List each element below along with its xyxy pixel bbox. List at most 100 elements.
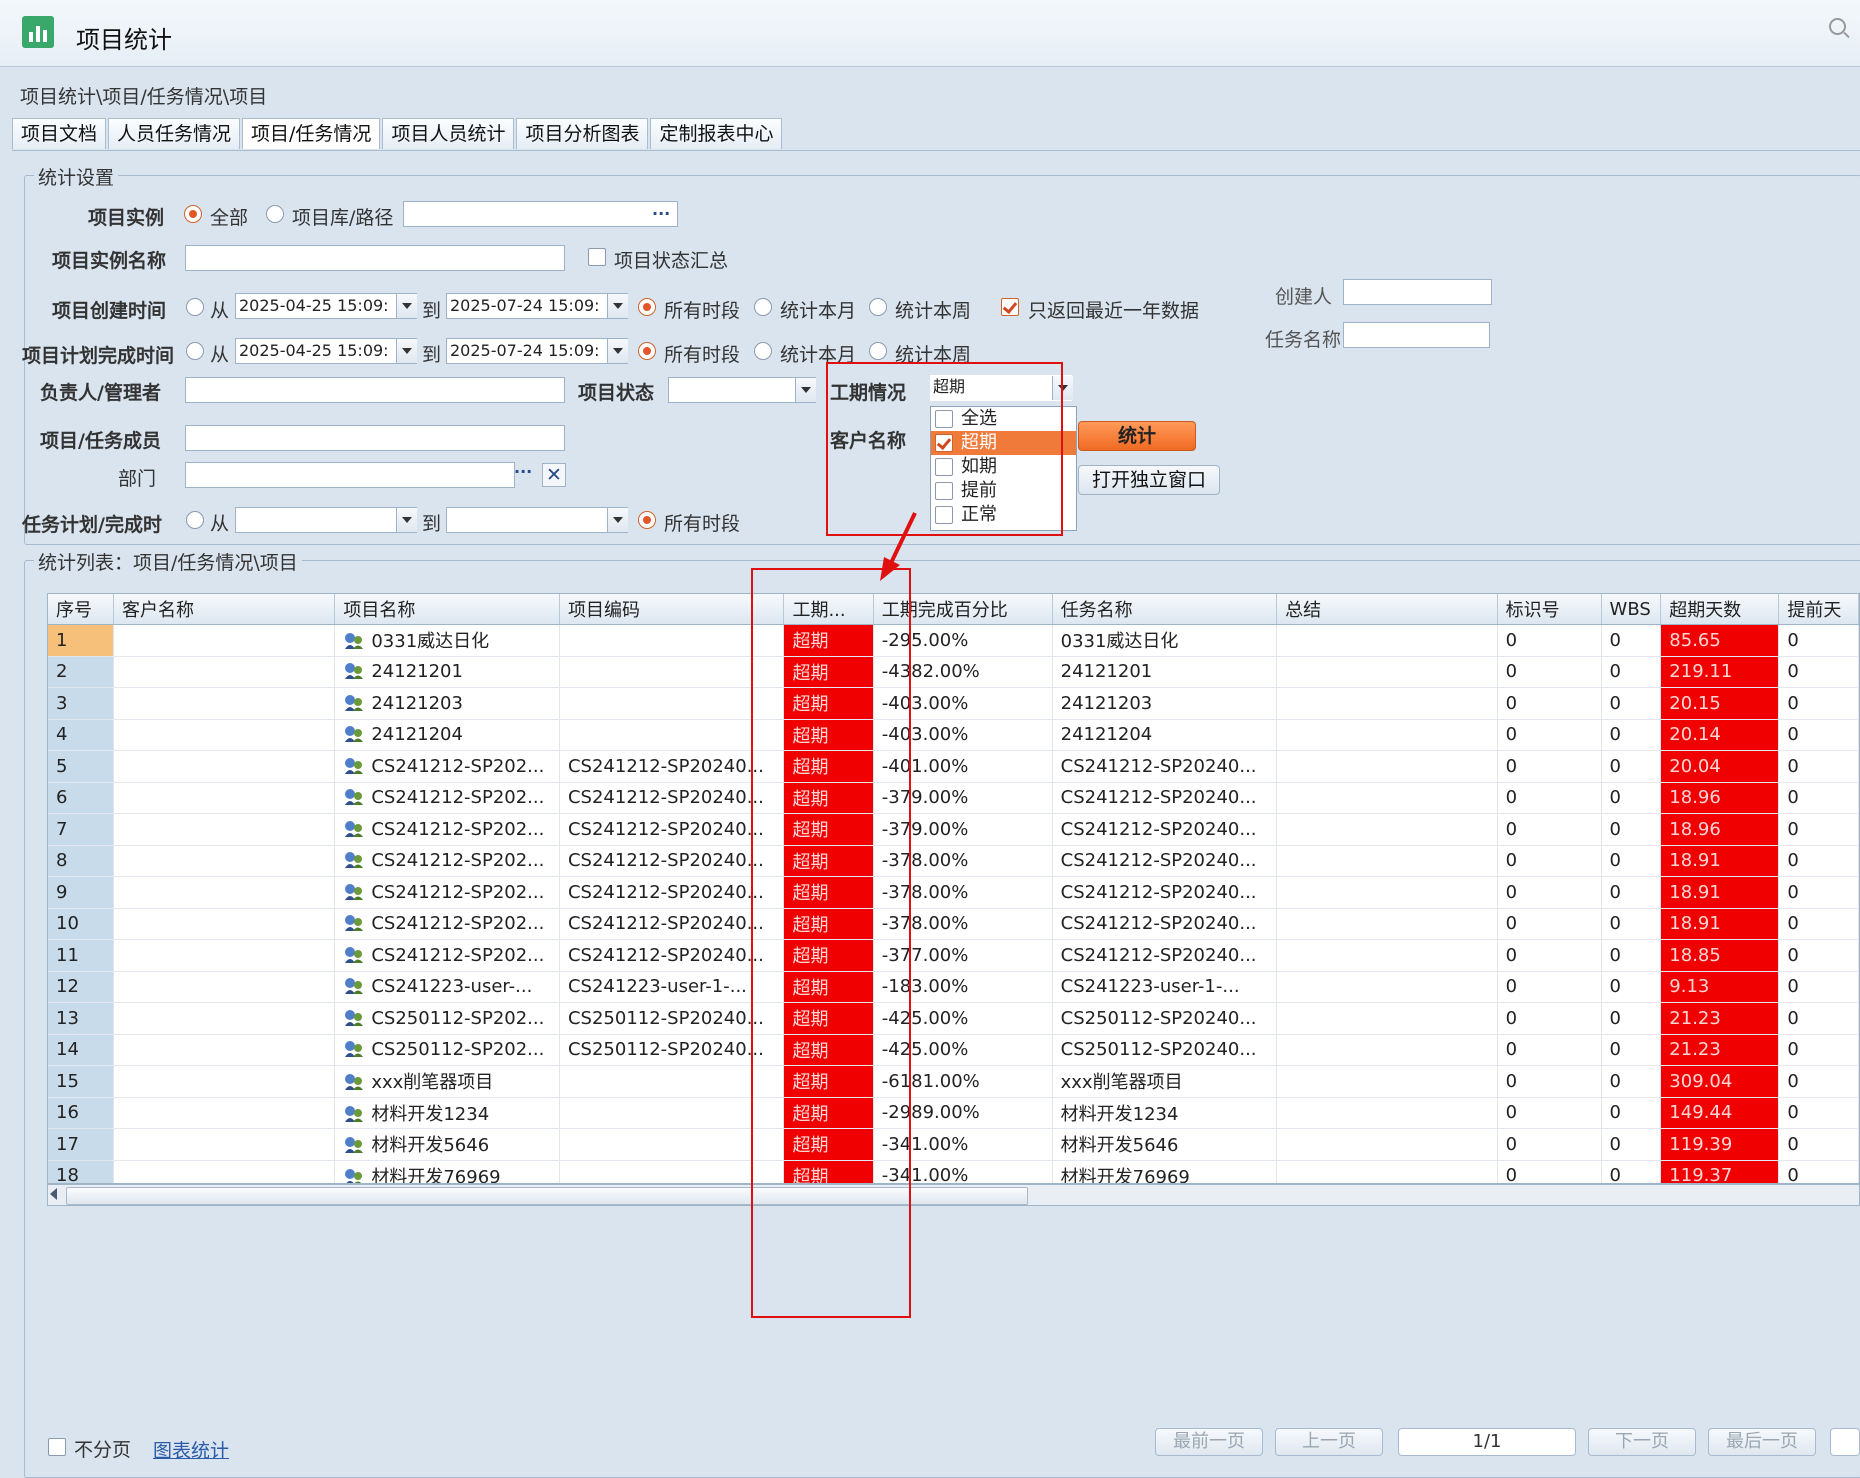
table-row[interactable]: 6 CS241212-SP202... CS241212-SP20240... 超期 -… [48,782,1859,814]
column-header-customer[interactable]: 客户名称 [113,594,336,625]
plan-radio-month[interactable] [754,342,772,360]
column-header-seq[interactable]: 序号 [48,594,114,625]
next-page-button[interactable]: 下一页 [1588,1428,1696,1456]
project-status-select[interactable] [668,377,816,403]
table-row[interactable]: 18 材料开发76969 超期 -341.00% 材料开发76969 0 0 119.37 0 [48,1160,1859,1183]
plan-end-dropdown[interactable] [607,339,628,363]
scroll-left-icon[interactable] [50,1188,57,1200]
column-header-overdue-days[interactable]: 超期天数 [1660,594,1780,625]
cell-wbs: 0 [1601,939,1662,972]
plan-radio-week[interactable] [869,342,887,360]
created-start-dropdown[interactable] [396,294,417,318]
column-header-early-days[interactable]: 提前天 [1778,594,1859,625]
cell-seq: 9 [48,876,114,909]
result-grid[interactable]: 序号 客户名称 项目名称 项目编码 工期... 工期完成百分比 任务名称 总结 标识号 WBS 超期… [47,593,1860,1184]
created-end-date[interactable]: 2025-07-24 15:09: [446,293,628,319]
task-plan-start-dropdown[interactable] [396,508,417,532]
lib-path-input[interactable] [403,201,678,227]
tab-project-tasks[interactable]: 项目/任务情况 [242,118,381,149]
cell-early-days: 0 [1778,687,1859,720]
radio-all[interactable] [184,205,202,223]
created-radio-week[interactable] [869,298,887,316]
table-row[interactable]: 16 材料开发1234 超期 -2989.00% 材料开发1234 0 0 149.44 0 [48,1097,1859,1129]
browse-button[interactable]: ... [652,200,670,219]
task-plan-radio-all[interactable] [638,511,656,529]
cell-customer [113,1160,336,1183]
created-end-dropdown[interactable] [607,294,628,318]
first-page-button[interactable]: 最前一页 [1155,1428,1263,1456]
table-row[interactable]: 7 CS241212-SP202... CS241212-SP20240... 超期 -… [48,813,1859,846]
owner-input[interactable] [185,377,565,403]
tab-project-charts[interactable]: 项目分析图表 [516,118,649,149]
tab-custom-reports[interactable]: 定制报表中心 [650,118,783,149]
task-plan-radio-range[interactable] [186,511,204,529]
column-header-tag-id[interactable]: 标识号 [1497,594,1602,625]
instance-name-input[interactable] [185,245,565,271]
plan-start-date[interactable]: 2025-04-25 15:09: [235,338,417,364]
table-row[interactable]: 8 CS241212-SP202... CS241212-SP20240... 超期 -… [48,845,1859,877]
plan-radio-all[interactable] [638,342,656,360]
breadcrumb: 项目统计\项目/任务情况\项目 [20,86,268,108]
table-row[interactable]: 17 材料开发5646 超期 -341.00% 材料开发5646 0 0 119.39 0 [48,1128,1859,1161]
table-row[interactable]: 9 CS241212-SP202... CS241212-SP20240... 超期 -… [48,876,1859,909]
no-paging-checkbox[interactable] [48,1438,66,1456]
creator-input[interactable] [1343,279,1492,305]
column-header-task-name[interactable]: 任务名称 [1052,594,1278,625]
dept-browse-button[interactable]: ... [514,458,532,477]
dept-input[interactable] [185,462,515,488]
created-all-label: 所有时段 [664,300,741,322]
project-name-text: CS241212-SP202... [371,850,545,872]
tab-person-tasks[interactable]: 人员任务情况 [108,118,241,149]
plan-start-dropdown[interactable] [396,339,417,363]
horizontal-scrollbar[interactable] [47,1184,1860,1206]
created-radio-range[interactable] [186,298,204,316]
recent-year-checkbox[interactable] [1001,298,1019,316]
cell-early-days: 0 [1778,971,1859,1003]
last-page-button[interactable]: 最后一页 [1708,1428,1816,1456]
created-radio-month[interactable] [754,298,772,316]
column-header-summary[interactable]: 总结 [1276,594,1498,625]
project-status-dropdown[interactable] [795,378,816,402]
table-row[interactable]: 15 xxx削笔器项目 超期 -6181.00% xxx削笔器项目 0 0 309.04 0 [48,1065,1859,1098]
table-row[interactable]: 11 CS241212-SP202... CS241212-SP20240... 超期… [48,939,1859,972]
table-row[interactable]: 3 24121203 超期 -403.00% 24121203 0 0 20.15 0 [48,687,1859,720]
plan-end-date[interactable]: 2025-07-24 15:09: [446,338,628,364]
open-window-button[interactable]: 打开独立窗口 [1078,465,1220,495]
dept-clear-icon[interactable]: ✕ [542,463,566,487]
table-row[interactable]: 2 24121201 超期 -4382.00% 24121201 0 0 219.11 0 [48,656,1859,688]
task-plan-end-dropdown[interactable] [607,508,628,532]
plan-radio-range[interactable] [186,342,204,360]
tab-project-personnel[interactable]: 项目人员统计 [382,118,515,149]
search-icon[interactable] [1829,18,1846,35]
cell-overdue-days: 18.96 [1660,813,1780,846]
tab-project-docs[interactable]: 项目文档 [12,118,107,149]
stat-button[interactable]: 统计 [1078,421,1196,451]
project-icon [343,913,365,933]
task-name-input[interactable] [1343,322,1490,348]
cell-wbs: 0 [1601,1160,1662,1183]
chart-stat-link[interactable]: 图表统计 [153,1436,229,1463]
column-header-wbs[interactable]: WBS [1601,594,1662,625]
cell-early-days: 0 [1778,908,1859,940]
prev-page-button[interactable]: 上一页 [1275,1428,1383,1456]
project-name-text: CS241212-SP202... [371,881,545,903]
status-summary-checkbox[interactable] [588,248,606,266]
table-row[interactable]: 13 CS250112-SP202... CS250112-SP20240... 超期… [48,1002,1859,1035]
project-icon [343,693,365,713]
task-name-label: 任务名称 [1265,329,1342,351]
cell-tag-id: 0 [1497,845,1602,877]
task-plan-start-date[interactable] [235,507,417,533]
table-row[interactable]: 14 CS250112-SP202... CS250112-SP20240... 超期… [48,1034,1859,1066]
table-row[interactable]: 4 24121204 超期 -403.00% 24121204 0 0 20.14 0 [48,719,1859,751]
table-row[interactable]: 1 0331威达日化 超期 -295.00% 0331威达日化 0 0 85.65 0 [48,624,1859,657]
created-radio-all[interactable] [638,298,656,316]
table-row[interactable]: 12 CS241223-user-... CS241223-user-1-... 超期… [48,971,1859,1003]
column-header-project-name[interactable]: 项目名称 [334,594,560,625]
task-plan-end-date[interactable] [446,507,628,533]
table-row[interactable]: 10 CS241212-SP202... CS241212-SP20240... 超期… [48,908,1859,940]
table-row[interactable]: 5 CS241212-SP202... CS241212-SP20240... 超期 -… [48,750,1859,783]
page-jump-input[interactable] [1830,1428,1860,1456]
created-start-date[interactable]: 2025-04-25 15:09: [235,293,417,319]
radio-lib[interactable] [266,205,284,223]
member-input[interactable] [185,425,565,451]
